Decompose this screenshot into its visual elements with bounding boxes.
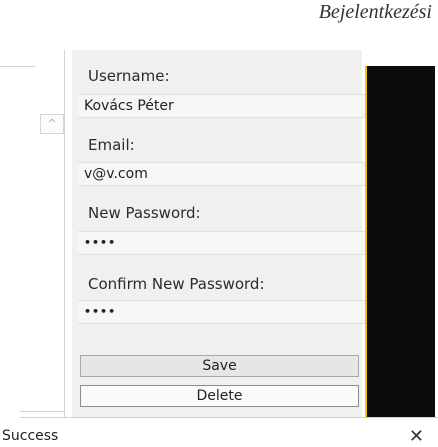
confirm-password-field[interactable]: •••• <box>78 300 372 324</box>
scroll-up-icon[interactable]: ^ <box>40 114 64 134</box>
username-label: Username: <box>88 67 170 85</box>
confirm-password-label: Confirm New Password: <box>88 275 265 293</box>
delete-button[interactable]: Delete <box>80 385 359 407</box>
account-form: Username: Kovács Péter Email: v@v.com Ne… <box>72 50 372 418</box>
divider <box>20 417 438 418</box>
left-panel: ^ <box>0 50 65 418</box>
new-password-label: New Password: <box>88 204 201 222</box>
dark-side-panel <box>365 66 435 418</box>
email-label: Email: <box>88 136 135 154</box>
save-button[interactable]: Save <box>80 355 359 377</box>
email-field[interactable]: v@v.com <box>78 162 372 186</box>
new-password-field[interactable]: •••• <box>78 231 372 255</box>
status-message: Success <box>2 428 59 444</box>
divider <box>0 66 35 67</box>
window-title: Bejelentkezési <box>318 1 432 23</box>
username-field[interactable]: Kovács Péter <box>78 94 372 118</box>
close-icon[interactable]: ✕ <box>409 426 424 447</box>
